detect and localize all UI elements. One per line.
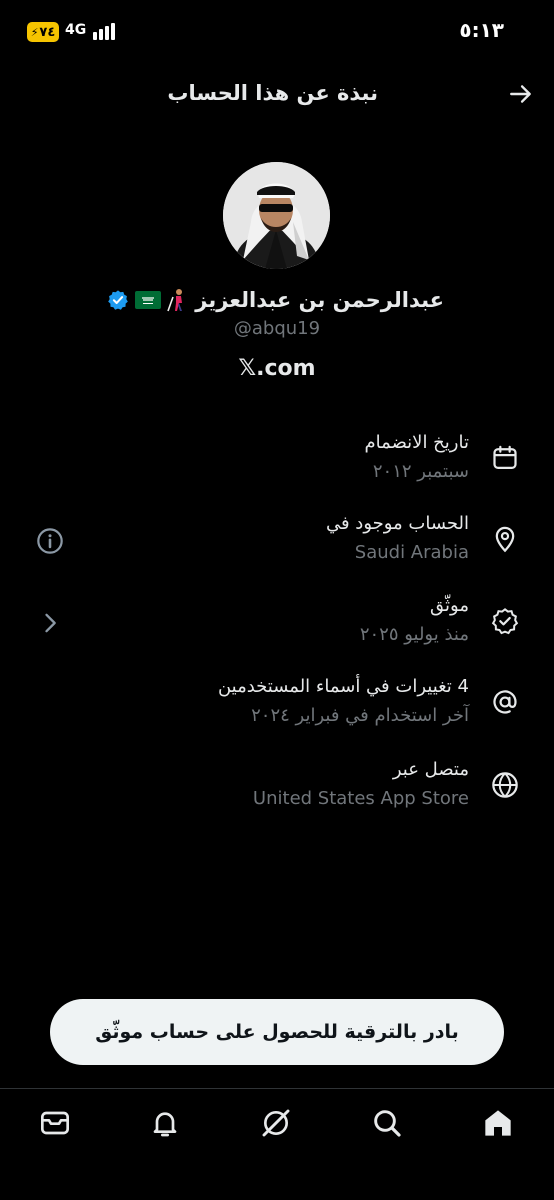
avatar[interactable] [223,162,330,269]
profile-name-row: عبدالرحمن بن عبدالعزيز [107,285,444,315]
grok-icon[interactable] [260,1107,292,1139]
info-title: الحساب موجود في [325,513,469,534]
info-row-username-changes: 4 تغييرات في أسماء المستخدمين آخر استخدا… [0,676,554,742]
chevron-left-icon[interactable] [36,609,64,637]
info-title: متصل عبر [392,759,469,780]
charging-bolt-icon: ⚡ [30,25,39,39]
display-name: عبدالرحمن بن عبدالعزيز [195,288,444,312]
mail-icon[interactable] [39,1107,71,1139]
bottom-nav [0,1088,554,1158]
info-row-verified[interactable]: موثّق منذ يوليو ٢٠٢٥ [0,595,554,661]
bell-icon[interactable] [149,1107,181,1139]
info-title: موثّق [430,595,469,616]
info-subtitle: منذ يوليو ٢٠٢٥ [359,624,469,645]
info-subtitle: آخر استخدام في فبراير ٢٠٢٤ [251,705,469,726]
home-icon[interactable] [482,1107,514,1139]
at-sign-icon [493,690,517,714]
info-subtitle: سبتمبر ٢٠١٢ [372,461,469,482]
info-subtitle: Saudi Arabia [354,542,469,563]
info-title: تاريخ الانضمام [364,432,469,453]
battery-level: ٧٤ [39,24,56,40]
battery-indicator: ⚡ ٧٤ [27,22,59,42]
site-suffix: .com [256,356,316,381]
status-time: ٥:١٣ [459,18,504,42]
page-header: نبذة عن هذا الحساب [0,62,554,126]
info-row-connected-via: متصل عبر United States App Store [0,759,554,825]
page-title: نبذة عن هذا الحساب [167,81,378,105]
person-with-white-cane-icon [167,289,183,312]
avatar-photo [223,162,330,269]
info-row-location: الحساب موجود في Saudi Arabia [0,513,554,579]
calendar-icon [493,445,517,470]
arrow-right-icon[interactable] [508,81,534,107]
status-bar: ⚡ ٧٤ 4G ٥:١٣ [0,0,554,62]
info-title: 4 تغييرات في أسماء المستخدمين [217,676,469,697]
verified-badge-icon[interactable] [107,289,129,311]
saudi-flag-icon [135,291,162,309]
gesture-bar [0,1158,554,1200]
info-circle-icon[interactable] [36,527,64,555]
network-type: 4G [65,22,87,38]
globe-icon [492,772,518,798]
handle: @abqu19 [233,318,321,339]
x-logo-icon: 𝕏 [238,356,257,381]
verified-badge-outline-icon [491,608,519,635]
signal-strength-icon [93,22,119,42]
info-row-joined: تاريخ الانضمام سبتمبر ٢٠١٢ [0,432,554,498]
x-com-label: 𝕏.com [0,356,554,381]
upgrade-verified-button[interactable]: بادر بالترقية للحصول على حساب موثّق [50,999,504,1065]
location-pin-icon [495,526,515,553]
info-subtitle: United States App Store [252,788,469,809]
search-icon[interactable] [371,1107,403,1139]
